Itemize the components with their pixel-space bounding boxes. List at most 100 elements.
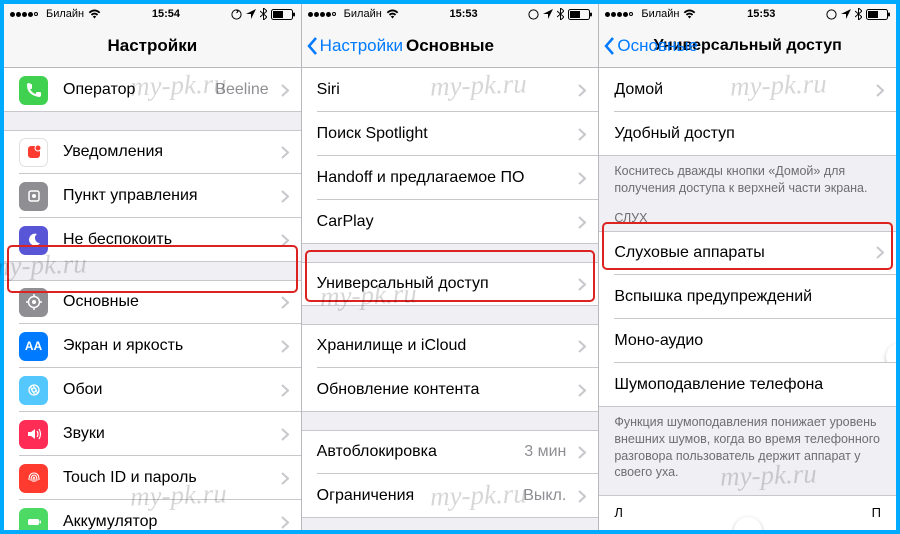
orientation-lock-icon <box>528 9 539 20</box>
chevron-right-icon <box>572 172 592 185</box>
row-siri[interactable]: Siri <box>302 68 599 112</box>
chevron-right-icon <box>275 384 295 397</box>
chevron-right-icon <box>275 84 295 97</box>
row-label: Обои <box>63 381 275 399</box>
row-display[interactable]: AA Экран и яркость <box>4 324 301 368</box>
phone-icon <box>19 76 48 105</box>
chevron-right-icon <box>275 472 295 485</box>
clock-label: 15:54 <box>152 8 180 20</box>
row-label: Оператор <box>63 81 215 99</box>
row-carplay[interactable]: CarPlay <box>302 200 599 244</box>
clock-label: 15:53 <box>747 8 775 20</box>
row-label: Пункт управления <box>63 187 275 205</box>
wifi-icon <box>683 9 696 19</box>
row-restrictions[interactable]: Ограничения Выкл. <box>302 474 599 518</box>
row-mono-audio[interactable]: Моно-аудио <box>599 319 896 363</box>
signal-dots-icon <box>308 12 336 17</box>
bluetooth-icon <box>557 8 564 20</box>
row-accessibility[interactable]: Универсальный доступ <box>302 262 599 306</box>
hearing-header: СЛУХ <box>599 197 896 231</box>
row-notifications[interactable]: Уведомления <box>4 130 301 174</box>
row-label: Звуки <box>63 425 275 443</box>
row-touchid[interactable]: Touch ID и пароль <box>4 456 301 500</box>
clock-label: 15:53 <box>450 8 478 20</box>
location-icon <box>543 9 553 19</box>
settings-root-pane: Билайн 15:54 Настройки Оператор Beeline <box>4 4 301 530</box>
back-button[interactable]: Основные <box>599 36 698 56</box>
battery-row-icon <box>19 508 48 531</box>
row-label: Основные <box>63 293 275 311</box>
row-reachability[interactable]: Удобный доступ <box>599 112 896 156</box>
back-label: Настройки <box>320 36 403 56</box>
row-label: Siri <box>317 81 573 99</box>
row-handoff[interactable]: Handoff и предлагаемое ПО <box>302 156 599 200</box>
chevron-right-icon <box>275 516 295 529</box>
balance-left-label: Л <box>614 505 623 520</box>
control-center-icon <box>19 182 48 211</box>
back-label: Основные <box>617 36 698 56</box>
row-spotlight[interactable]: Поиск Spotlight <box>302 112 599 156</box>
row-control-center[interactable]: Пункт управления <box>4 174 301 218</box>
balance-right-label: П <box>872 505 881 520</box>
speaker-icon <box>19 420 48 449</box>
row-storage[interactable]: Хранилище и iCloud <box>302 324 599 368</box>
carrier-label: Билайн <box>344 8 382 20</box>
row-label: Touch ID и пароль <box>63 469 275 487</box>
chevron-right-icon <box>870 84 890 97</box>
row-home-clipped[interactable]: Домой <box>599 68 896 112</box>
back-button[interactable]: Настройки <box>302 36 403 56</box>
signal-dots-icon <box>10 12 38 17</box>
battery-icon <box>271 9 295 20</box>
location-icon <box>841 9 851 19</box>
chevron-right-icon <box>275 190 295 203</box>
orientation-lock-icon <box>231 9 242 20</box>
balance-slider-row: Л П <box>599 495 896 530</box>
chevron-right-icon <box>572 490 592 503</box>
wifi-icon <box>88 9 101 19</box>
row-label: Автоблокировка <box>317 443 525 461</box>
row-label: Хранилище и iCloud <box>317 337 573 355</box>
bluetooth-icon <box>855 8 862 20</box>
battery-icon <box>568 9 592 20</box>
row-detail: 3 мин <box>524 443 566 461</box>
row-sounds[interactable]: Звуки <box>4 412 301 456</box>
row-general[interactable]: Основные <box>4 280 301 324</box>
row-dnd[interactable]: Не беспокоить <box>4 218 301 262</box>
battery-icon <box>866 9 890 20</box>
row-background-refresh[interactable]: Обновление контента <box>302 368 599 412</box>
row-operator[interactable]: Оператор Beeline <box>4 68 301 112</box>
row-label: Универсальный доступ <box>317 275 573 293</box>
row-label: Удобный доступ <box>614 125 884 143</box>
row-label: Экран и яркость <box>63 337 275 355</box>
row-led-flash[interactable]: Вспышка предупреждений <box>599 275 896 319</box>
row-label: Моно-аудио <box>614 332 884 350</box>
row-detail: Beeline <box>215 81 268 99</box>
chevron-right-icon <box>572 84 592 97</box>
wallpaper-icon <box>19 376 48 405</box>
chevron-right-icon <box>870 246 890 259</box>
chevron-left-icon <box>306 36 318 56</box>
chevron-right-icon <box>275 428 295 441</box>
chevron-right-icon <box>275 146 295 159</box>
row-hearing-aids[interactable]: Слуховые аппараты <box>599 231 896 275</box>
row-wallpaper[interactable]: Обои <box>4 368 301 412</box>
wifi-icon <box>386 9 399 19</box>
status-bar: Билайн 15:53 <box>302 4 599 24</box>
row-battery[interactable]: Аккумулятор <box>4 500 301 530</box>
row-label: Handoff и предлагаемое ПО <box>317 169 573 187</box>
orientation-lock-icon <box>826 9 837 20</box>
row-detail: Выкл. <box>523 487 566 505</box>
carrier-label: Билайн <box>46 8 84 20</box>
chevron-right-icon <box>572 384 592 397</box>
noise-note: Функция шумоподавления понижает уровень … <box>599 407 896 482</box>
row-label: Аккумулятор <box>63 513 275 530</box>
row-noise-cancel[interactable]: Шумоподавление телефона <box>599 363 896 407</box>
gear-icon <box>19 288 48 317</box>
reachability-note: Коснитесь дважды кнопки «Домой» для полу… <box>599 156 896 197</box>
location-icon <box>246 9 256 19</box>
chevron-right-icon <box>572 216 592 229</box>
row-autolock[interactable]: Автоблокировка 3 мин <box>302 430 599 474</box>
nav-bar: Настройки Основные <box>302 24 599 68</box>
chevron-right-icon <box>572 446 592 459</box>
moon-icon <box>19 226 48 255</box>
